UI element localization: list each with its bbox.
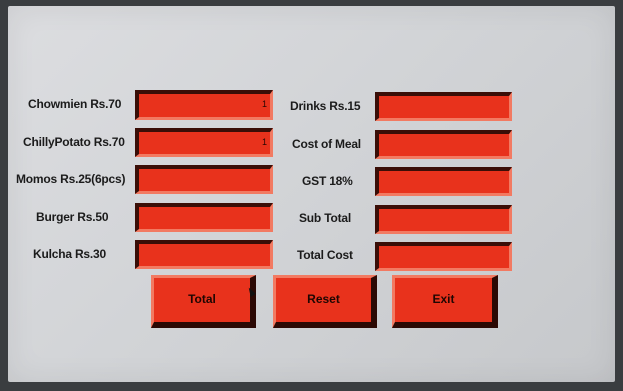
label-kulcha: Kulcha Rs.30 bbox=[33, 247, 106, 261]
label-chowmien: Chowmien Rs.70 bbox=[28, 97, 122, 111]
gst-field[interactable] bbox=[375, 167, 512, 196]
kulcha-qty-field[interactable] bbox=[135, 240, 273, 269]
total-button[interactable]: Total bbox=[151, 275, 256, 328]
chowmien-qty-field[interactable]: 1 bbox=[135, 90, 273, 120]
exit-button[interactable]: Exit bbox=[392, 275, 498, 328]
label-sub-total: Sub Total bbox=[299, 211, 351, 225]
cost-of-meal-field[interactable] bbox=[375, 130, 512, 159]
label-gst: GST 18% bbox=[302, 174, 353, 188]
label-burger: Burger Rs.50 bbox=[36, 210, 109, 224]
label-chillypotato: ChillyPotato Rs.70 bbox=[23, 135, 125, 149]
momos-qty-field[interactable] bbox=[135, 165, 273, 194]
burger-qty-field[interactable] bbox=[135, 203, 273, 232]
label-cost-of-meal: Cost of Meal bbox=[292, 137, 361, 151]
drinks-qty-field[interactable] bbox=[375, 92, 512, 121]
sub-total-field[interactable] bbox=[375, 205, 512, 234]
label-drinks: Drinks Rs.15 bbox=[290, 99, 361, 113]
reset-button[interactable]: Reset bbox=[273, 275, 377, 328]
label-total-cost: Total Cost bbox=[297, 248, 353, 262]
total-cost-field[interactable] bbox=[375, 242, 512, 271]
chillypotato-qty-field[interactable]: 1 bbox=[135, 128, 273, 157]
label-momos: Momos Rs.25(6pcs) bbox=[16, 172, 126, 186]
